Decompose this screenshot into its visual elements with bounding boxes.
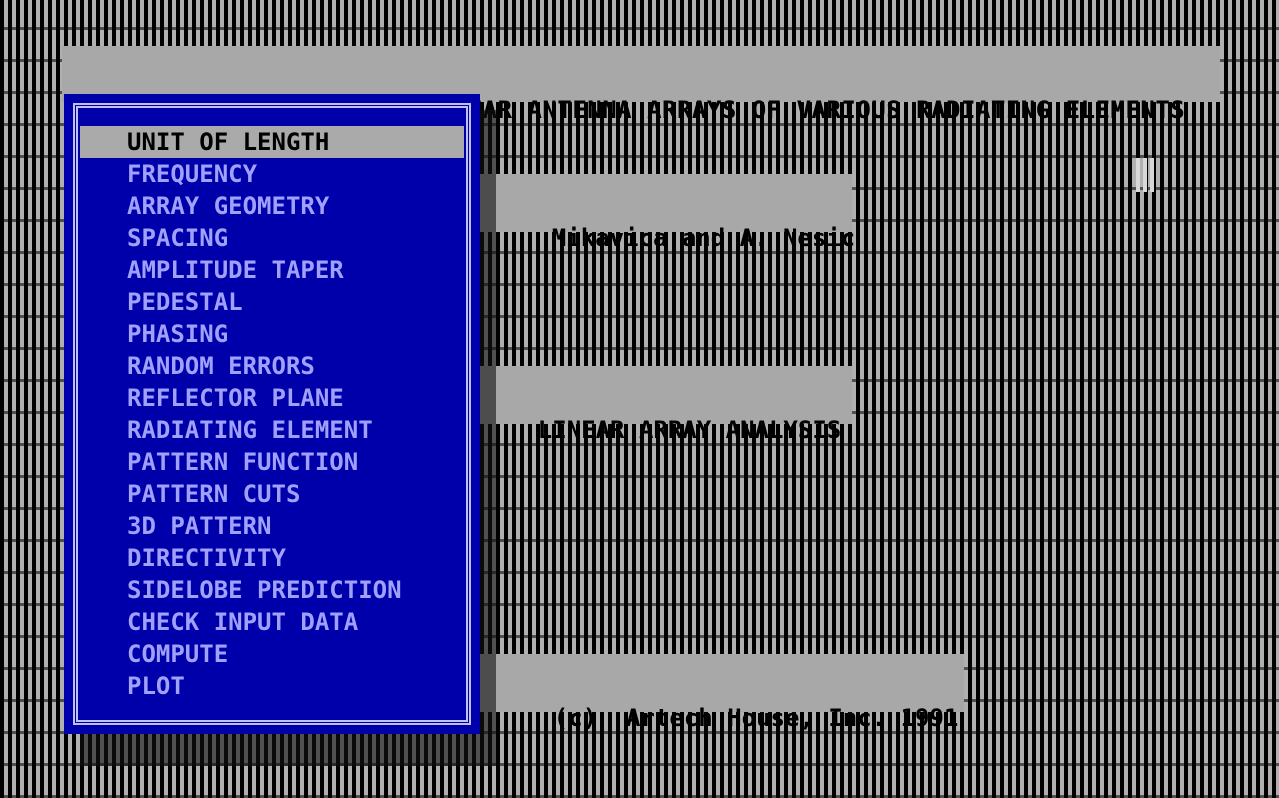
menu-item-array-geometry[interactable]: ARRAY GEOMETRY (80, 190, 464, 222)
menu-item-reflector-plane[interactable]: REFLECTOR PLANE (80, 382, 464, 414)
menu-item-check-input-data[interactable]: CHECK INPUT DATA (80, 606, 464, 638)
menu-item-directivity[interactable]: DIRECTIVITY (80, 542, 464, 574)
menu-item-random-errors[interactable]: RANDOM ERRORS (80, 350, 464, 382)
menu-item-sidelobe-prediction[interactable]: SIDELOBE PREDICTION (80, 574, 464, 606)
copyright-panel: (c) Artech House, Inc. 1991 (480, 654, 964, 732)
menu-item-frequency[interactable]: FREQUENCY (80, 158, 464, 190)
menu-item-3d-pattern[interactable]: 3D PATTERN (80, 510, 464, 542)
menu-item-unit-of-length[interactable]: UNIT OF LENGTH (80, 126, 464, 158)
menu-item-compute[interactable]: COMPUTE (80, 638, 464, 670)
authors-text: Mikavica and A. Nesic (551, 224, 856, 252)
menu-item-phasing[interactable]: PHASING (80, 318, 464, 350)
authors-panel: Mikavica and A. Nesic (480, 174, 855, 252)
menu-item-radiating-element[interactable]: RADIATING ELEMENT (80, 414, 464, 446)
copyright-text: (c) Artech House, Inc. 1991 (553, 704, 959, 732)
menu-item-pattern-cuts[interactable]: PATTERN CUTS (80, 478, 464, 510)
menu-item-pedestal[interactable]: PEDESTAL (80, 286, 464, 318)
menu-item-pattern-function[interactable]: PATTERN FUNCTION (80, 446, 464, 478)
mouse-cursor-icon (1136, 158, 1154, 192)
menu-list: UNIT OF LENGTH FREQUENCY ARRAY GEOMETRY SPA… (80, 126, 464, 702)
menu-item-plot[interactable]: PLOT (80, 670, 464, 702)
main-menu: UNIT OF LENGTH FREQUENCY ARRAY GEOMETRY SPA… (64, 94, 480, 734)
menu-item-amplitude-taper[interactable]: AMPLITUDE TAPER (80, 254, 464, 286)
subtitle-panel: LINEAR ARRAY ANALYSIS (466, 366, 852, 444)
subtitle-text: LINEAR ARRAY ANALYSIS (537, 416, 842, 444)
menu-item-spacing[interactable]: SPACING (80, 222, 464, 254)
dos-screen: CAD FOR LINEAR AND PLANAR ANTENNA ARRAYS… (0, 0, 1279, 798)
